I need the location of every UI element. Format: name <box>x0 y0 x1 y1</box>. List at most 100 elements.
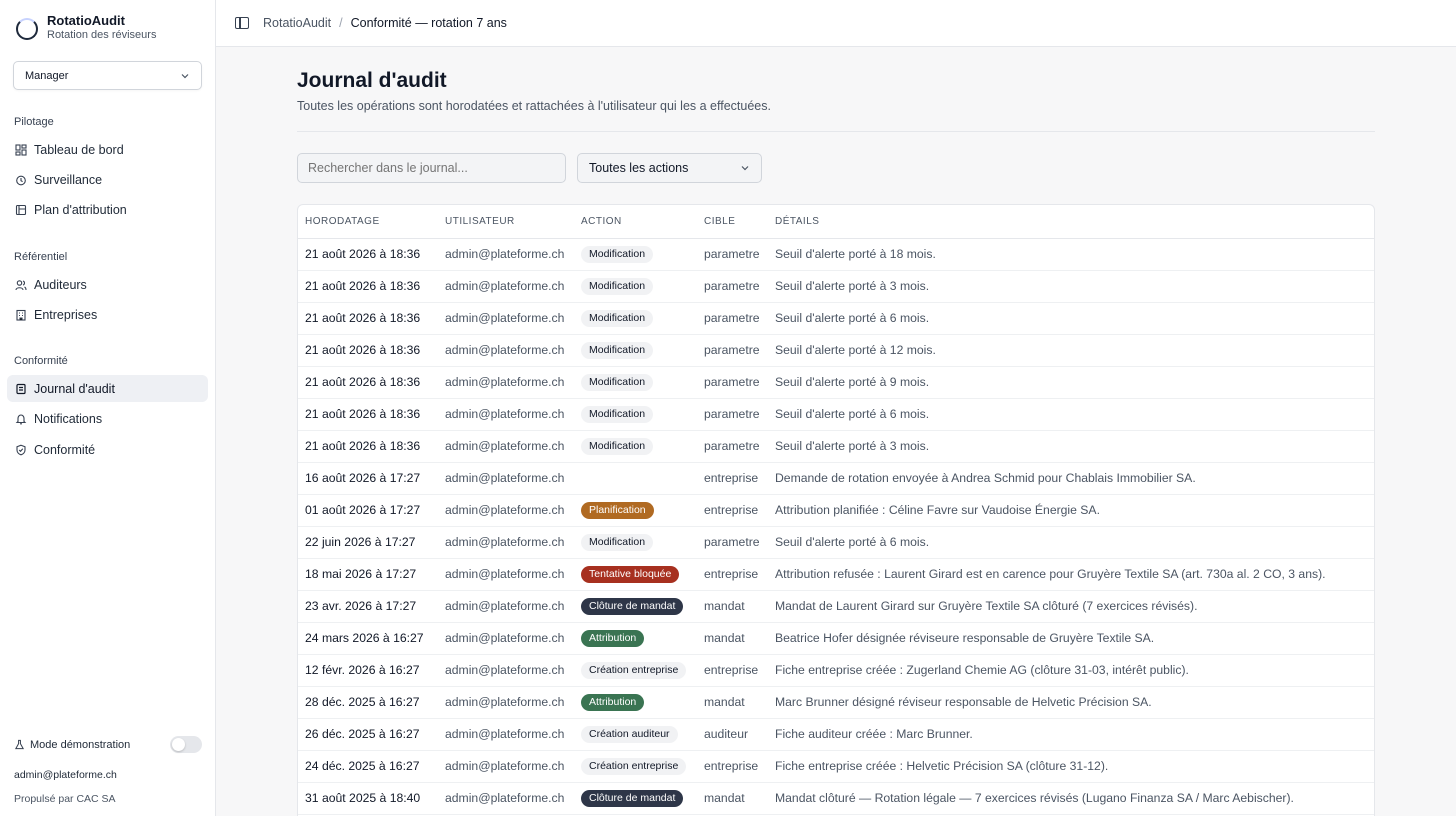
sidebar-item-dashboard[interactable]: Tableau de bord <box>7 136 208 163</box>
cell-action: Modification <box>574 430 697 463</box>
cell-user: admin@plateforme.ch <box>438 590 574 623</box>
table-row[interactable]: 21 août 2026 à 18:36 admin@plateforme.ch M… <box>298 334 1374 367</box>
action-filter-value: Toutes les actions <box>589 161 689 175</box>
table-row[interactable]: 21 août 2026 à 18:36 admin@plateforme.ch M… <box>298 398 1374 431</box>
cell-action: Création entreprise <box>574 750 697 783</box>
users-icon <box>14 278 27 291</box>
cell-details: Attribution refusée : Laurent Girard est… <box>768 558 1374 591</box>
sidebar-toggle-icon[interactable] <box>235 17 249 29</box>
shield-check-icon <box>14 443 27 456</box>
sidebar-item-conformite[interactable]: Conformité <box>7 436 208 463</box>
cell-user: admin@plateforme.ch <box>438 782 574 815</box>
table-row[interactable]: 01 août 2026 à 17:27 admin@plateforme.ch P… <box>298 494 1374 527</box>
cell-target: entreprise <box>697 494 768 527</box>
table-row[interactable]: 21 août 2026 à 18:36 admin@plateforme.ch M… <box>298 430 1374 463</box>
column-header-action[interactable]: Action <box>574 205 697 239</box>
cell-user: admin@plateforme.ch <box>438 750 574 783</box>
table-row[interactable]: 16 août 2026 à 17:27 admin@plateforme.ch e… <box>298 462 1374 495</box>
action-badge: Attribution <box>581 693 645 711</box>
cell-user: admin@plateforme.ch <box>438 494 574 527</box>
cell-timestamp: 31 août 2025 à 18:40 <box>298 782 438 815</box>
search-input[interactable] <box>297 153 566 183</box>
cell-timestamp: 26 déc. 2025 à 16:27 <box>298 718 438 751</box>
role-select[interactable]: Manager <box>13 61 202 90</box>
table-row[interactable]: 18 mai 2026 à 17:27 admin@plateforme.ch Te… <box>298 558 1374 591</box>
sidebar: RotatioAudit Rotation des réviseurs Mana… <box>0 0 216 816</box>
action-badge: Création auditeur <box>581 725 678 743</box>
table-row[interactable]: 31 août 2025 à 18:40 admin@plateforme.ch C… <box>298 782 1374 815</box>
section-label-conformite: Conformité <box>14 355 68 367</box>
cell-action: Planification <box>574 494 697 527</box>
cell-details: Seuil d'alerte porté à 6 mois. <box>768 398 1374 431</box>
table-row[interactable]: 21 août 2026 à 18:36 admin@plateforme.ch M… <box>298 302 1374 335</box>
sidebar-item-label: Auditeurs <box>34 277 87 292</box>
table-row[interactable]: 26 déc. 2025 à 16:27 admin@plateforme.ch C… <box>298 718 1374 751</box>
action-badge: Modification <box>581 533 654 551</box>
cell-timestamp: 21 août 2026 à 18:36 <box>298 238 438 271</box>
cell-target: mandat <box>697 686 768 719</box>
cell-target: auditeur <box>697 718 768 751</box>
table-row[interactable]: 23 avr. 2026 à 17:27 admin@plateforme.ch C… <box>298 590 1374 623</box>
topbar: RotatioAudit / Conformité — rotation 7 a… <box>216 0 1456 47</box>
section-label-referentiel: Référentiel <box>14 251 68 263</box>
powered-by: Propulsé par CAC SA <box>14 793 116 805</box>
cell-timestamp: 21 août 2026 à 18:36 <box>298 334 438 367</box>
cell-timestamp: 28 déc. 2025 à 16:27 <box>298 686 438 719</box>
table-row[interactable]: 21 août 2026 à 18:36 admin@plateforme.ch M… <box>298 366 1374 399</box>
cell-action: Création auditeur <box>574 718 697 751</box>
cell-timestamp: 24 déc. 2025 à 16:27 <box>298 750 438 783</box>
page-title: Journal d'audit <box>297 69 447 92</box>
table-row[interactable]: 22 juin 2026 à 17:27 admin@plateforme.ch M… <box>298 526 1374 559</box>
page-subtitle: Toutes les opérations sont horodatées et… <box>297 99 771 113</box>
demo-mode-toggle[interactable] <box>170 736 202 753</box>
logo-ring-icon <box>16 18 38 40</box>
cell-action: Attribution <box>574 686 697 719</box>
action-badge: Modification <box>581 373 654 391</box>
cell-target: parametre <box>697 270 768 303</box>
sidebar-item-label: Conformité <box>34 442 96 457</box>
dashboard-icon <box>14 143 27 156</box>
sidebar-item-journal[interactable]: Journal d'audit <box>7 375 208 402</box>
table-row[interactable]: 21 août 2026 à 18:36 admin@plateforme.ch M… <box>298 270 1374 303</box>
cell-timestamp: 22 juin 2026 à 17:27 <box>298 526 438 559</box>
action-filter-select[interactable]: Toutes les actions <box>577 153 762 183</box>
brand[interactable]: RotatioAudit Rotation des réviseurs <box>16 14 156 42</box>
cell-user: admin@plateforme.ch <box>438 718 574 751</box>
sidebar-item-surveillance[interactable]: Surveillance <box>7 166 208 193</box>
table-row[interactable]: 24 mars 2026 à 16:27 admin@plateforme.ch A… <box>298 622 1374 655</box>
column-header-user[interactable]: Utilisateur <box>438 205 574 239</box>
cell-timestamp: 21 août 2026 à 18:36 <box>298 430 438 463</box>
sidebar-item-plan[interactable]: Plan d'attribution <box>7 196 208 223</box>
table-row[interactable]: 12 févr. 2026 à 16:27 admin@plateforme.ch… <box>298 654 1374 687</box>
action-badge: Tentative bloquée <box>581 565 680 583</box>
cell-action: Modification <box>574 334 697 367</box>
cell-details: Mandat de Laurent Girard sur Gruyère Tex… <box>768 590 1374 623</box>
cell-details: Marc Brunner désigné réviseur responsabl… <box>768 686 1374 719</box>
sidebar-item-auditeurs[interactable]: Auditeurs <box>7 271 208 298</box>
cell-target: entreprise <box>697 750 768 783</box>
column-header-timestamp[interactable]: Horodatage <box>298 205 438 239</box>
table-row[interactable]: 21 août 2026 à 18:36 admin@plateforme.ch M… <box>298 238 1374 271</box>
scroll-icon <box>14 382 27 395</box>
column-header-details[interactable]: Détails <box>768 205 1374 239</box>
table-row[interactable]: 28 déc. 2025 à 16:27 admin@plateforme.ch A… <box>298 686 1374 719</box>
cell-user: admin@plateforme.ch <box>438 302 574 335</box>
table-row[interactable]: 24 déc. 2025 à 16:27 admin@plateforme.ch C… <box>298 750 1374 783</box>
cell-timestamp: 21 août 2026 à 18:36 <box>298 398 438 431</box>
calendar-plan-icon <box>14 203 27 216</box>
cell-action: Clôture de mandat <box>574 782 697 815</box>
cell-details: Seuil d'alerte porté à 3 mois. <box>768 430 1374 463</box>
cell-details: Seuil d'alerte porté à 9 mois. <box>768 366 1374 399</box>
sidebar-item-label: Plan d'attribution <box>34 202 127 217</box>
sidebar-item-notifications[interactable]: Notifications <box>7 405 208 432</box>
role-select-value: Manager <box>25 69 69 82</box>
cell-details: Attribution planifiée : Céline Favre sur… <box>768 494 1374 527</box>
sidebar-item-entreprises[interactable]: Entreprises <box>7 301 208 328</box>
cell-action: Modification <box>574 270 697 303</box>
column-header-target[interactable]: Cible <box>697 205 768 239</box>
cell-target: parametre <box>697 526 768 559</box>
action-badge: Clôture de mandat <box>581 789 684 807</box>
user-email: admin@plateforme.ch <box>14 769 117 781</box>
cell-details: Seuil d'alerte porté à 6 mois. <box>768 302 1374 335</box>
breadcrumb-root[interactable]: RotatioAudit <box>263 16 331 30</box>
